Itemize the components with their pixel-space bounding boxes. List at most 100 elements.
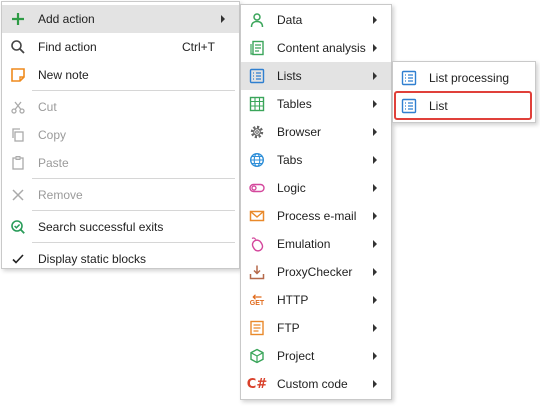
http-get-icon: GET: [248, 291, 266, 309]
submenu-item-label: Browser: [277, 125, 322, 139]
globe-icon: [248, 151, 266, 169]
menu-item-add-action[interactable]: Add action: [2, 5, 239, 33]
submenu-arrow-icon: [373, 100, 377, 108]
envelope-icon: [248, 207, 266, 225]
submenu-arrow-icon: [373, 72, 377, 80]
submenu-item-browser[interactable]: Browser: [241, 118, 391, 146]
menu-separator: [32, 242, 235, 243]
scissors-icon: [9, 98, 27, 116]
submenu-item-content-analysis[interactable]: Content analysis: [241, 34, 391, 62]
table-icon: [248, 95, 266, 113]
menu-item-find-action[interactable]: Find action Ctrl+T: [2, 33, 239, 61]
submenu-item-label: List: [429, 99, 448, 113]
csharp-text: C#: [246, 376, 268, 392]
submenu-item-label: FTP: [277, 321, 300, 335]
toggle-icon: [248, 179, 266, 197]
submenu-item-label: Tables: [277, 97, 312, 111]
shortcut-text: Ctrl+T: [182, 40, 215, 54]
submenu-item-label: ProxyChecker: [277, 265, 353, 279]
submenu-item-logic[interactable]: Logic: [241, 174, 391, 202]
cross-icon: [9, 186, 27, 204]
submenu-item-label: HTTP: [277, 293, 309, 307]
submenu-arrow-icon: [373, 296, 377, 304]
submenu-item-label: Lists: [277, 69, 302, 83]
note-icon: [9, 66, 27, 84]
document-icon: [248, 39, 266, 57]
menu-item-label: Add action: [38, 12, 95, 26]
cube-icon: [248, 347, 266, 365]
download-tray-icon: [248, 263, 266, 281]
menu-item-label: New note: [38, 68, 89, 82]
copy-icon: [9, 126, 27, 144]
menu-item-label: Remove: [38, 188, 83, 202]
submenu-item-label: Emulation: [277, 237, 331, 251]
submenu-arrow-icon: [373, 156, 377, 164]
submenu-arrow-icon: [373, 268, 377, 276]
menu-item-label: Display static blocks: [38, 252, 147, 266]
http-get-text: GET: [249, 299, 265, 307]
menu-item-label: Paste: [38, 156, 69, 170]
submenu-arrow-icon: [373, 352, 377, 360]
submenu-item-label: Logic: [277, 181, 306, 195]
menu-item-display-static-blocks[interactable]: Display static blocks: [2, 245, 239, 273]
mouse-icon: [248, 235, 266, 253]
lists-submenu: List processing List: [392, 61, 536, 123]
search-check-icon: [9, 218, 27, 236]
submenu-item-label: Process e-mail: [277, 209, 357, 223]
submenu-arrow-icon: [221, 15, 225, 23]
submenu-arrow-icon: [373, 128, 377, 136]
list-icon: [400, 97, 418, 115]
menu-separator: [32, 210, 235, 211]
submenu-item-label: Tabs: [277, 153, 303, 167]
menu-separator: [32, 178, 235, 179]
menu-item-label: Cut: [38, 100, 57, 114]
submenu-item-label: Project: [277, 349, 315, 363]
submenu-item-tabs[interactable]: Tabs: [241, 146, 391, 174]
checkmark-icon: [9, 250, 27, 268]
paste-icon: [9, 154, 27, 172]
submenu-arrow-icon: [373, 44, 377, 52]
menu-item-remove[interactable]: Remove: [2, 181, 239, 209]
ftp-icon: [248, 319, 266, 337]
submenu-item-list[interactable]: List: [393, 92, 535, 120]
submenu-item-tables[interactable]: Tables: [241, 90, 391, 118]
plus-icon: [9, 10, 27, 28]
magnifier-icon: [9, 38, 27, 56]
submenu-item-emulation[interactable]: Emulation: [241, 230, 391, 258]
submenu-item-http[interactable]: GET HTTP: [241, 286, 391, 314]
submenu-arrow-icon: [373, 184, 377, 192]
submenu-item-lists[interactable]: Lists: [241, 62, 391, 90]
submenu-item-process-email[interactable]: Process e-mail: [241, 202, 391, 230]
menu-item-label: Search successful exits: [38, 220, 164, 234]
submenu-arrow-icon: [373, 380, 377, 388]
person-icon: [248, 11, 266, 29]
submenu-item-label: Custom code: [277, 377, 348, 391]
context-menu: Add action Find action Ctrl+T New note C…: [1, 1, 240, 269]
gear-icon: [248, 123, 266, 141]
list-icon: [400, 69, 418, 87]
menu-item-search-successful-exits[interactable]: Search successful exits: [2, 213, 239, 241]
submenu-item-list-processing[interactable]: List processing: [393, 64, 535, 92]
submenu-item-custom-code[interactable]: C# Custom code: [241, 370, 391, 398]
submenu-arrow-icon: [373, 212, 377, 220]
submenu-item-data[interactable]: Data: [241, 6, 391, 34]
menu-separator: [32, 90, 235, 91]
menu-item-copy[interactable]: Copy: [2, 121, 239, 149]
list-icon: [248, 67, 266, 85]
submenu-item-label: Content analysis: [277, 41, 366, 55]
submenu-item-label: List processing: [429, 71, 510, 85]
csharp-icon: C#: [246, 375, 268, 393]
menu-item-label: Copy: [38, 128, 67, 142]
menu-item-cut[interactable]: Cut: [2, 93, 239, 121]
submenu-arrow-icon: [373, 240, 377, 248]
menu-item-new-note[interactable]: New note: [2, 61, 239, 89]
menu-item-label: Find action: [38, 40, 97, 54]
submenu-item-ftp[interactable]: FTP: [241, 314, 391, 342]
add-action-submenu: Data Content analysis Lists Tables Brows…: [240, 4, 392, 400]
submenu-item-project[interactable]: Project: [241, 342, 391, 370]
menu-item-paste[interactable]: Paste: [2, 149, 239, 177]
submenu-arrow-icon: [373, 16, 377, 24]
submenu-item-label: Data: [277, 13, 303, 27]
submenu-arrow-icon: [373, 324, 377, 332]
submenu-item-proxychecker[interactable]: ProxyChecker: [241, 258, 391, 286]
